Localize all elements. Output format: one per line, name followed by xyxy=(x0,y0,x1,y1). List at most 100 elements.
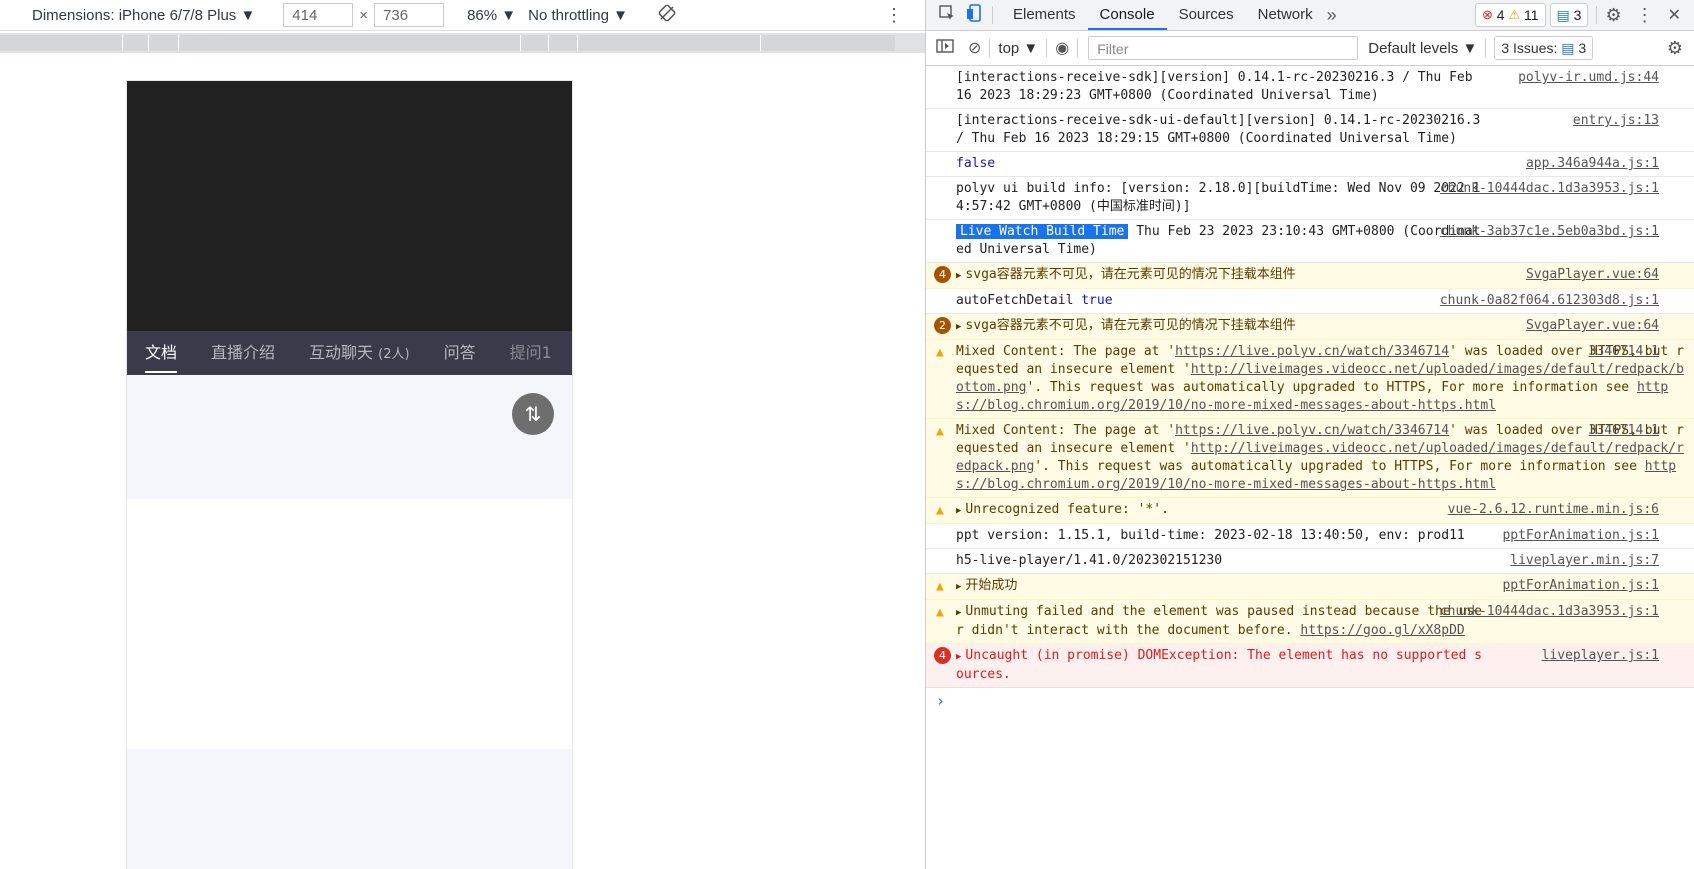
source-link[interactable]: 3346714:1 xyxy=(1589,343,1659,361)
log-levels-dropdown[interactable]: Default levels ▼ xyxy=(1368,40,1477,57)
throttling-dropdown[interactable]: No throttling ▼ xyxy=(528,7,628,24)
times-sign: × xyxy=(359,6,369,24)
swap-icon[interactable]: ⇅ xyxy=(512,393,554,435)
error-icon: ⊗ xyxy=(1481,7,1493,22)
source-link[interactable]: chunk-10444dac.1d3a3953.js:1 xyxy=(1440,603,1659,621)
console-settings-icon[interactable]: ⚙ xyxy=(1667,38,1683,59)
width-input[interactable]: 414 xyxy=(283,3,354,27)
styled-log-tag: Live Watch Build Time xyxy=(956,224,1129,239)
device-toggle-icon[interactable] xyxy=(966,4,984,26)
tab-document[interactable]: 文档 xyxy=(145,331,178,375)
warning-icon: ▲ xyxy=(936,579,944,594)
repeat-count-badge: 4 xyxy=(934,266,951,283)
devtools-panel: Elements Console Sources Network » ⊗ 4 ⚠… xyxy=(925,0,1694,869)
tab-elements[interactable]: Elements xyxy=(1001,0,1088,30)
zoom-label: 86% xyxy=(467,6,498,24)
height-input[interactable]: 736 xyxy=(374,3,445,27)
warning-icon: ▲ xyxy=(936,605,944,620)
expand-triangle-icon: ▶ xyxy=(956,652,962,662)
console-message: [interactions-receive-sdk][version] 0.14… xyxy=(926,66,1694,109)
expand-triangle-icon: ▶ xyxy=(956,608,962,618)
context-selector[interactable]: top ▼ xyxy=(998,40,1038,57)
console-warning[interactable]: ▲ ▶ Unrecognized feature: '*'. vue-2.6.12… xyxy=(926,498,1694,524)
url-link[interactable]: https://goo.gl/xX8pDD xyxy=(1300,623,1464,638)
close-icon[interactable]: ✕ xyxy=(1668,5,1681,25)
console-warning: ▲ Mixed Content: The page at 'https://li… xyxy=(926,340,1694,419)
source-link[interactable]: vue-2.6.12.runtime.min.js:6 xyxy=(1448,501,1659,519)
tab-chat[interactable]: 互动聊天 (2人) xyxy=(309,331,410,375)
tab-qa[interactable]: 问答 xyxy=(444,331,476,375)
eye-icon[interactable]: ◉ xyxy=(1055,38,1069,58)
tab-sources[interactable]: Sources xyxy=(1167,0,1246,30)
source-link[interactable]: pptForAnimation.js:1 xyxy=(1502,527,1659,545)
warning-icon: ▲ xyxy=(936,503,944,518)
repeat-count-badge: 4 xyxy=(934,647,951,664)
issues-button[interactable]: 3 Issues: ▤ 3 xyxy=(1494,36,1594,60)
devtools-tabbar: Elements Console Sources Network » ⊗ 4 ⚠… xyxy=(926,0,1694,31)
issues-icon: ▤ xyxy=(1561,39,1575,56)
console-warning: ▲ Mixed Content: The page at 'https://li… xyxy=(926,419,1694,498)
message-icon: ▤ xyxy=(1556,6,1570,23)
clear-console-icon[interactable]: ⊘ xyxy=(968,38,981,58)
info-counter[interactable]: ▤ 3 xyxy=(1549,3,1589,27)
console-warning-grouped[interactable]: 4 ▶ svga容器元素不可见，请在元素可见的情况下挂载本组件 SvgaPlaye… xyxy=(926,263,1694,289)
throttling-label: No throttling xyxy=(528,6,609,24)
settings-gear-icon[interactable]: ⚙ xyxy=(1605,5,1621,26)
expand-triangle-icon: ▶ xyxy=(956,582,962,592)
console-message: polyv ui build info: [version: 2.18.0][b… xyxy=(926,177,1694,220)
content-blank xyxy=(127,499,572,749)
dimensions-label: Dimensions: iPhone 6/7/8 Plus xyxy=(32,6,237,24)
url-link[interactable]: https://live.polyv.cn/watch/3346714 xyxy=(1175,423,1449,438)
source-link[interactable]: entry.js:13 xyxy=(1573,112,1659,130)
console-message: h5-live-player/1.41.0/202302151230 livep… xyxy=(926,549,1694,574)
media-query-ruler[interactable] xyxy=(0,33,925,53)
source-link[interactable]: app.346a944a.js:1 xyxy=(1526,155,1659,173)
source-link[interactable]: liveplayer.min.js:7 xyxy=(1510,552,1659,570)
source-link[interactable]: liveplayer.js:1 xyxy=(1542,647,1659,665)
source-link[interactable]: SvgaPlayer.vue:64 xyxy=(1526,317,1659,335)
tab-network[interactable]: Network xyxy=(1246,0,1325,30)
source-link[interactable]: chunk-10444dac.1d3a3953.js:1 xyxy=(1440,180,1659,198)
more-options-icon[interactable]: ⋮ xyxy=(885,5,903,26)
sidebar-toggle-icon[interactable] xyxy=(936,39,954,57)
source-link[interactable]: SvgaPlayer.vue:64 xyxy=(1526,266,1659,284)
video-player[interactable] xyxy=(127,81,572,331)
console-error-grouped[interactable]: 4 ▶ Uncaught (in promise) DOMException: T… xyxy=(926,644,1694,688)
console-warning-grouped[interactable]: 2 ▶ svga容器元素不可见，请在元素可见的情况下挂载本组件 SvgaPlaye… xyxy=(926,314,1694,340)
source-link[interactable]: chunk-0a82f064.612303d8.js:1 xyxy=(1440,292,1659,310)
url-link[interactable]: https://live.polyv.cn/watch/3346714 xyxy=(1175,344,1449,359)
device-emulation-pane: Dimensions: iPhone 6/7/8 Plus ▼ 414 × 73… xyxy=(0,0,925,869)
inspect-element-icon[interactable] xyxy=(938,4,956,26)
dimensions-dropdown[interactable]: Dimensions: iPhone 6/7/8 Plus ▼ xyxy=(32,7,255,24)
rotate-icon[interactable] xyxy=(658,4,676,26)
source-link[interactable]: pptForAnimation.js:1 xyxy=(1502,577,1659,595)
devtools-menu-icon[interactable]: ⋮ xyxy=(1636,5,1654,26)
console-message: false app.346a944a.js:1 xyxy=(926,152,1694,177)
tab-ask[interactable]: 提问1 xyxy=(510,331,552,375)
warning-icon: ▲ xyxy=(936,345,944,360)
console-warning[interactable]: ▲ ▶ 开始成功 pptForAnimation.js:1 xyxy=(926,574,1694,600)
console-message: [interactions-receive-sdk-ui-default][ve… xyxy=(926,109,1694,152)
zoom-dropdown[interactable]: 86% ▼ xyxy=(467,7,516,24)
console-message: Live Watch Build Time Thu Feb 23 2023 23… xyxy=(926,220,1694,263)
console-toolbar: ⊘ top ▼ ◉ Filter Default levels ▼ 3 Issu… xyxy=(926,31,1694,66)
console-prompt[interactable]: › xyxy=(926,688,1694,714)
tab-live-intro[interactable]: 直播介绍 xyxy=(211,331,275,375)
mobile-tabs: 文档 直播介绍 互动聊天 (2人) 问答 提问1 xyxy=(127,331,572,375)
tab-console[interactable]: Console xyxy=(1087,0,1167,30)
console-message: ppt version: 1.15.1, build-time: 2023-02… xyxy=(926,524,1694,549)
console-warning[interactable]: ▲ ▶ Unmuting failed and the element was p… xyxy=(926,600,1694,644)
source-link[interactable]: polyv-ir.umd.js:44 xyxy=(1518,69,1659,87)
error-warning-counter[interactable]: ⊗ 4 ⚠ 11 xyxy=(1474,3,1546,27)
source-link[interactable]: 3346714:1 xyxy=(1589,422,1659,440)
console-messages: [interactions-receive-sdk][version] 0.14… xyxy=(926,66,1694,714)
expand-triangle-icon: ▶ xyxy=(956,271,962,281)
mobile-viewport: 文档 直播介绍 互动聊天 (2人) 问答 提问1 ⇅ xyxy=(127,81,572,869)
device-toolbar: Dimensions: iPhone 6/7/8 Plus ▼ 414 × 73… xyxy=(0,0,925,31)
repeat-count-badge: 2 xyxy=(934,317,951,334)
warning-icon: ⚠ xyxy=(1508,7,1521,22)
warning-icon: ▲ xyxy=(936,424,944,439)
filter-input[interactable]: Filter xyxy=(1088,36,1359,60)
more-tabs-icon[interactable]: » xyxy=(1327,5,1337,26)
source-link[interactable]: chunk-3ab37c1e.5eb0a3bd.js:1 xyxy=(1440,223,1659,241)
